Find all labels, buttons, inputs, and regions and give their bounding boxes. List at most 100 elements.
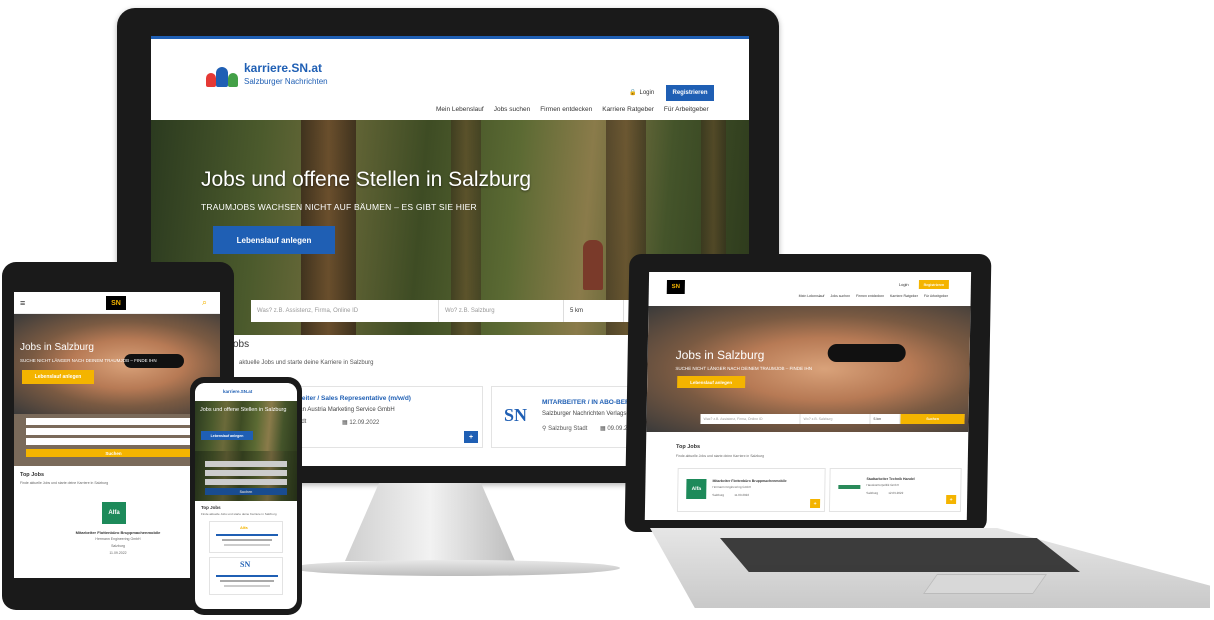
location-input[interactable]: Wo? z.B. Salzburg [439,300,564,322]
laptop-top-sub: Finde aktuelle Jobs und starte deine Kar… [675,454,765,458]
tablet-header: ≡ SN ⌕ [14,292,220,314]
register-button[interactable]: Registrieren [666,85,714,101]
company-logo: SN [240,560,251,569]
sunglasses-shape [827,344,906,362]
laptop-hero-sub: SUCHE NICHT LÄNGER NACH DEINEM TRAUMJOB … [675,366,813,371]
laptop-logo[interactable]: SN [666,280,685,294]
logo-subtitle: Salzburger Nachrichten [244,77,328,86]
tablet-hero-sub: SUCHE NICHT LÄNGER NACH DEINEM TRAUMJOB … [20,358,157,363]
logo[interactable]: karriere.SN.at Salzburger Nachrichten [206,59,346,95]
nav-item-ratgeber[interactable]: Karriere Ratgeber [890,294,918,298]
laptop-location-input[interactable]: Wo? z.B. Salzburg [800,414,871,424]
nav-item-lebenslauf[interactable]: Mein Lebenslauf [436,106,484,120]
tablet-search-input[interactable] [26,418,201,425]
job-location: Salzburg [712,493,725,497]
nav-item-jobs[interactable]: Jobs suchen [494,106,531,120]
phone-job-card[interactable]: Alfa [209,521,283,553]
cta-button[interactable]: Lebenslauf anlegen [213,226,335,254]
laptop-top-jobs: Top Jobs [676,444,701,450]
bookmark-button[interactable]: + [464,431,478,443]
phone-radius-input[interactable] [205,479,287,485]
nav-item-arbeitgeber[interactable]: Für Arbeitgeber [924,294,948,298]
nav-item-jobs[interactable]: Jobs suchen [830,294,850,298]
laptop-search-button[interactable]: Suchen [900,414,965,424]
job-location: Salzburg [866,491,879,495]
tablet-radius-input[interactable] [26,438,201,445]
phone-job-card[interactable]: SN [209,557,283,595]
job-date: 12.09.2022 [888,491,904,495]
tablet-cta[interactable]: Lebenslauf anlegen [22,370,94,384]
laptop-header: SN Login Registrieren Mein Lebenslauf Jo… [649,272,972,306]
tablet-top-jobs: Top Jobs [20,472,45,478]
hero-title: Jobs und offene Stellen in Salzburg [201,168,532,191]
job-company: Hermann Engineering GmbH [95,537,141,541]
job-title[interactable]: Mitarbeiter Flottenbüro Bruppmachenmobil… [58,530,178,535]
company-logo: Alfa [102,502,126,524]
search-icon[interactable]: ⌕ [202,297,207,308]
phone-logo[interactable]: karriere.SN.at [223,389,252,394]
people-icon [206,63,240,89]
logo-title: karriere.SN.at [244,61,323,75]
nav-item-firmen[interactable]: Firmen entdecken [540,106,592,120]
nav-item-ratgeber[interactable]: Karriere Ratgeber [602,106,654,120]
job-date: ▦ 12.09.2022 [342,420,380,426]
tablet-top-sub: Finde aktuelle Jobs und starte deine Kar… [20,481,109,485]
job-location: Salzburg [111,544,125,548]
nav-item-firmen[interactable]: Firmen entdecken [856,294,884,298]
monitor-stand [345,483,515,561]
job-company: Hauskontorpolitik GmbH [866,483,899,487]
laptop-trackpad [922,574,1048,594]
tablet-search-button[interactable]: Suchen [26,449,201,457]
laptop-job-card[interactable]: Stadtarbeiter Technik Handel Hauskontorp… [828,468,962,512]
job-title[interactable]: Stadtarbeiter Technik Handel [866,477,914,481]
laptop-keyboard [720,538,1080,572]
job-title[interactable]: Mitarbeiter Flottenbüro Bruppmachenmobil… [712,479,786,483]
bookmark-button[interactable]: + [809,499,821,508]
nav-item-arbeitgeber[interactable]: Für Arbeitgeber [664,106,709,120]
company-logo: SN [504,405,528,425]
phone-search-button[interactable]: Suchen [205,488,287,495]
laptop-lid: SN Login Registrieren Mein Lebenslauf Jo… [624,254,992,532]
tablet-location-input[interactable] [26,428,201,435]
phone-hero: Jobs und offene Stellen in Salzburg Lebe… [195,401,297,451]
section-title: obs [233,339,250,350]
job-location: ⚲ Salzburg Stadt [542,426,588,432]
menu-icon[interactable]: ≡ [20,298,25,308]
laptop-search-input[interactable]: Was? z.B. Assistenz, Firma, Online ID [700,414,801,424]
phone-cta[interactable]: Lebenslauf anlegen [201,431,253,440]
phone-location-input[interactable] [205,470,287,476]
phone-search-input[interactable] [205,461,287,467]
phone-search-panel: Suchen [195,451,297,501]
bookmark-button[interactable]: + [946,495,957,504]
laptop-screen: SN Login Registrieren Mein Lebenslauf Jo… [644,272,972,520]
laptop-radius-select[interactable]: 5 km [870,414,901,424]
job-date: 11.09.2022 [109,551,127,555]
job-card[interactable]: mitarbeiter / Sales Representative (m/w/… [271,386,483,448]
tablet-job-card[interactable]: Alfa Mitarbeiter Flottenbüro Bruppmachen… [58,502,178,572]
phone-header: karriere.SN.at [195,383,297,401]
phone-top-sub: Finde aktuelle Jobs und starte deine Kar… [201,512,277,516]
monitor-base [290,560,620,576]
login-link[interactable]: 🔒 Login [629,89,654,97]
nav-item-lebenslauf[interactable]: Mein Lebenslauf [799,294,825,298]
laptop-hero: Jobs in Salzburg SUCHE NICHT LÄNGER NACH… [646,306,971,432]
laptop-search-bar: Was? z.B. Assistenz, Firma, Online ID Wo… [700,414,965,424]
tablet-hero-title: Jobs in Salzburg [20,342,94,353]
search-input[interactable]: Was? z.B. Assistenz, Firma, Online ID [251,300,439,322]
laptop-register[interactable]: Registrieren [918,280,949,289]
company-logo: Alfa [240,525,248,530]
tablet-logo[interactable]: SN [106,296,126,310]
phone: karriere.SN.at Jobs und offene Stellen i… [190,377,302,615]
laptop-cta[interactable]: Lebenslauf anlegen [677,376,746,388]
phone-hero-title: Jobs und offene Stellen in Salzburg [200,407,287,413]
phone-screen: karriere.SN.at Jobs und offene Stellen i… [195,383,297,609]
phone-top-jobs: Top Jobs [201,505,221,510]
laptop-job-card[interactable]: Alfa Mitarbeiter Flottenbüro Bruppmachen… [676,468,826,512]
company-logo: Alfa [686,479,707,499]
laptop-login[interactable]: Login [899,282,909,287]
job-company: Hermann Engineering GmbH [712,485,752,489]
radius-select[interactable]: 5 km [564,300,624,322]
lock-icon: 🔒 [629,90,637,96]
laptop-nav: Mein Lebenslauf Jobs suchen Firmen entde… [799,294,948,298]
hero-subtitle: TRAUMJOBS WACHSEN NICHT AUF BÄUMEN – ES … [201,202,477,212]
